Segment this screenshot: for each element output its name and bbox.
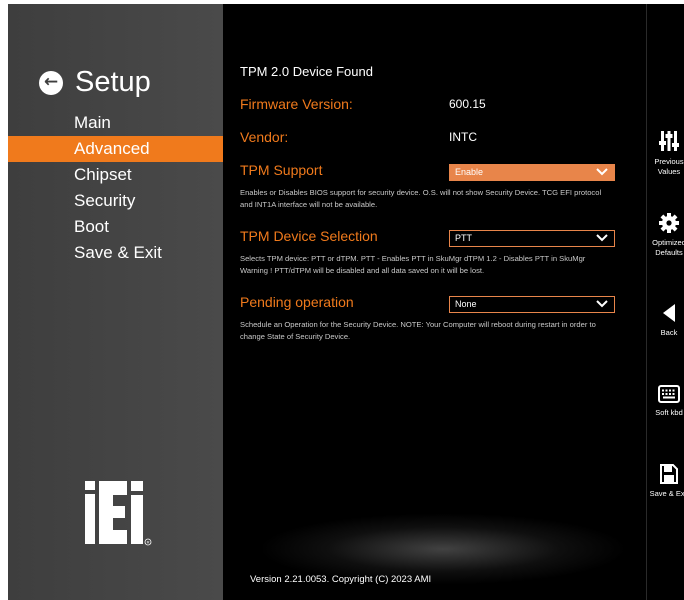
save-exit-button[interactable]: Save & Exit [647, 464, 684, 499]
version-footer: Version 2.21.0053. Copyright (C) 2023 AM… [250, 574, 432, 585]
tpm-found-header: TPM 2.0 Device Found [240, 64, 373, 79]
sidebar-item-save-exit[interactable]: Save & Exit [8, 240, 223, 266]
tpm-device-selection-description: Selects TPM device: PTT or dTPM. PTT - E… [240, 254, 586, 275]
chevron-down-icon [596, 234, 608, 242]
tpm-device-selection-label: TPM Device Selection [240, 228, 378, 244]
floppy-disk-icon [660, 464, 678, 484]
back-button[interactable]: Back [647, 303, 684, 338]
soft-keyboard-button[interactable]: Soft kbd [647, 385, 684, 418]
vendor-value: INTC [449, 130, 477, 144]
pending-operation-value: None [455, 299, 477, 309]
bios-window: ← Setup Main Advanced Chipset Security B… [8, 4, 684, 600]
pending-operation-label: Pending operation [240, 294, 354, 310]
sidebar-item-boot[interactable]: Boot [8, 214, 223, 240]
tpm-device-selection-value: PTT [455, 233, 472, 243]
optimized-defaults-button[interactable]: Optimized Defaults [647, 213, 684, 258]
previous-values-label: Previous Values [654, 157, 684, 176]
back-arrow-circle-icon[interactable]: ← [39, 70, 63, 95]
vendor-label: Vendor: [240, 129, 289, 145]
right-toolbar: Previous Values Optimized Defaults Back [646, 4, 684, 600]
gear-icon [659, 213, 679, 233]
sidebar-nav: Main Advanced Chipset Security Boot Save… [8, 110, 223, 266]
tpm-support-description: Enables or Disables BIOS support for sec… [240, 188, 602, 209]
pending-operation-dropdown[interactable]: None [449, 296, 615, 313]
tpm-support-label: TPM Support [240, 162, 323, 178]
sliders-icon [659, 131, 679, 151]
firmware-version-value: 600.15 [449, 97, 486, 111]
svg-text:R: R [147, 540, 150, 545]
sidebar-item-chipset[interactable]: Chipset [8, 162, 223, 188]
sidebar-item-advanced[interactable]: Advanced [8, 136, 223, 162]
back-arrow-icon [663, 304, 675, 322]
keyboard-icon [658, 385, 680, 403]
sidebar: ← Setup Main Advanced Chipset Security B… [8, 4, 223, 600]
pending-operation-description: Schedule an Operation for the Security D… [240, 320, 596, 341]
chevron-down-icon [596, 300, 608, 308]
setup-header: ← Setup [39, 66, 151, 99]
tpm-device-selection-dropdown[interactable]: PTT [449, 230, 615, 247]
sidebar-item-main[interactable]: Main [8, 110, 223, 136]
firmware-version-label: Firmware Version: [240, 96, 353, 112]
tpm-support-dropdown[interactable]: Enable [449, 164, 615, 181]
soft-keyboard-label: Soft kbd [655, 408, 683, 417]
chevron-down-icon [596, 168, 608, 176]
tpm-support-value: Enable [455, 167, 484, 177]
save-exit-label: Save & Exit [649, 489, 684, 498]
sidebar-item-security[interactable]: Security [8, 188, 223, 214]
optimized-defaults-label: Optimized Defaults [652, 238, 684, 257]
setup-title: Setup [75, 66, 151, 98]
main-panel: TPM 2.0 Device Found Firmware Version: 6… [223, 4, 646, 600]
back-label: Back [660, 328, 678, 337]
iei-logo: R [85, 481, 152, 546]
previous-values-button[interactable]: Previous Values [647, 130, 684, 177]
